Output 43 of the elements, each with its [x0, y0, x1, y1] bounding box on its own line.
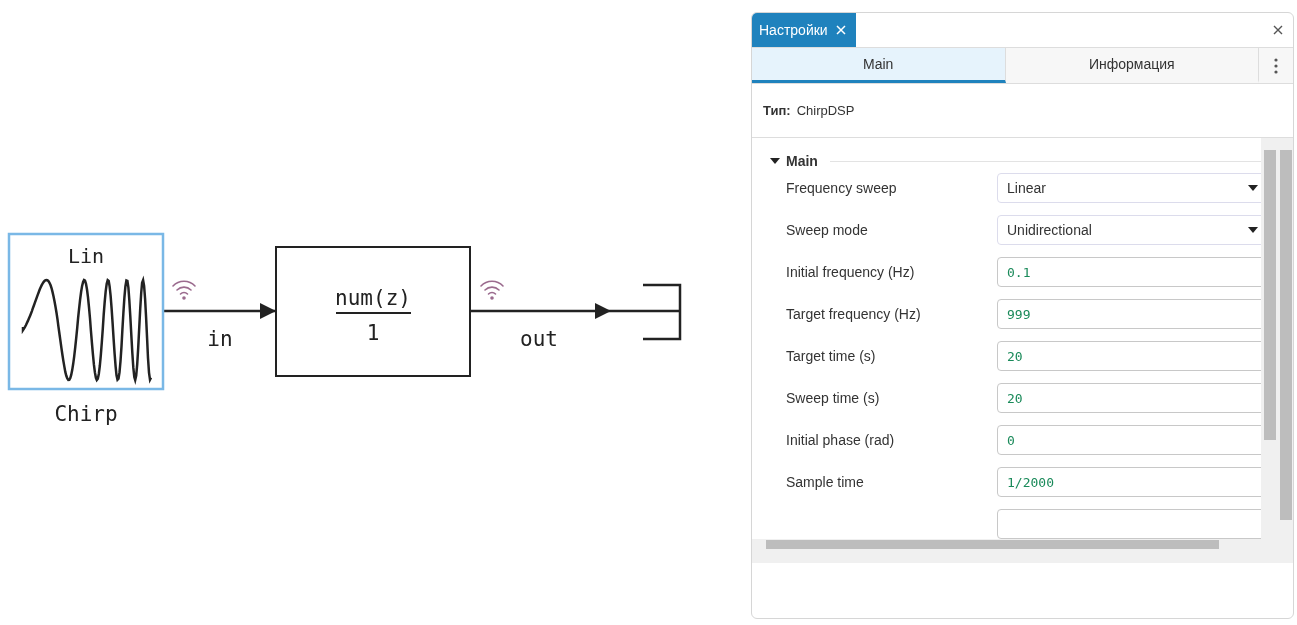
- terminator-block[interactable]: [643, 283, 682, 341]
- field-label: Sweep time (s): [786, 390, 881, 406]
- numerator: num(z): [335, 286, 411, 310]
- section-title[interactable]: Main: [786, 153, 818, 169]
- signal-label: out: [520, 327, 558, 351]
- chirp-block[interactable]: [7, 232, 165, 391]
- signal-label: in: [207, 327, 233, 351]
- input-field[interactable]: [997, 509, 1261, 539]
- panel-tab-title: Настройки: [759, 22, 828, 38]
- input-field[interactable]: 20: [997, 383, 1261, 413]
- type-value: ChirpDSP: [796, 103, 855, 118]
- block-label: Chirp: [54, 402, 118, 426]
- field-label: Target frequency (Hz): [786, 306, 922, 322]
- field-label: Sweep mode: [786, 222, 869, 238]
- connection-arrow[interactable]: [470, 303, 680, 319]
- input-field[interactable]: 1/2000: [997, 467, 1261, 497]
- signal-icon: [480, 280, 504, 300]
- tab[interactable]: Main: [752, 48, 1006, 83]
- field-label: Initial frequency (Hz): [786, 264, 916, 280]
- dropdown-field[interactable]: Linear: [997, 173, 1261, 203]
- close-icon: [835, 25, 846, 35]
- tab[interactable]: Информация: [1005, 48, 1259, 83]
- field-label: Frequency sweep: [786, 180, 898, 196]
- type-label: Тип:: [763, 103, 791, 118]
- input-field[interactable]: 0: [997, 425, 1261, 455]
- field-label: Target time (s): [786, 348, 877, 364]
- dropdown-field[interactable]: Unidirectional: [997, 215, 1261, 245]
- denominator: 1: [366, 321, 380, 345]
- caret-icon: [1248, 227, 1258, 233]
- transfer-function-block[interactable]: [275, 246, 471, 377]
- input-field[interactable]: 20: [997, 341, 1261, 371]
- panel-tab[interactable]: Настройки: [752, 13, 856, 47]
- input-field[interactable]: 0.1: [997, 257, 1261, 287]
- connection-arrow[interactable]: [164, 303, 276, 319]
- more-icon: [1274, 57, 1278, 74]
- field-label: Initial phase (rad): [786, 432, 896, 448]
- close-tab-button[interactable]: [835, 25, 846, 35]
- close-icon: [1273, 25, 1283, 35]
- caret-icon: [1248, 185, 1258, 191]
- input-field[interactable]: 999: [997, 299, 1261, 329]
- signal-icon: [172, 280, 196, 300]
- field-label: Sample time: [786, 474, 865, 490]
- block-title: Lin: [67, 244, 105, 268]
